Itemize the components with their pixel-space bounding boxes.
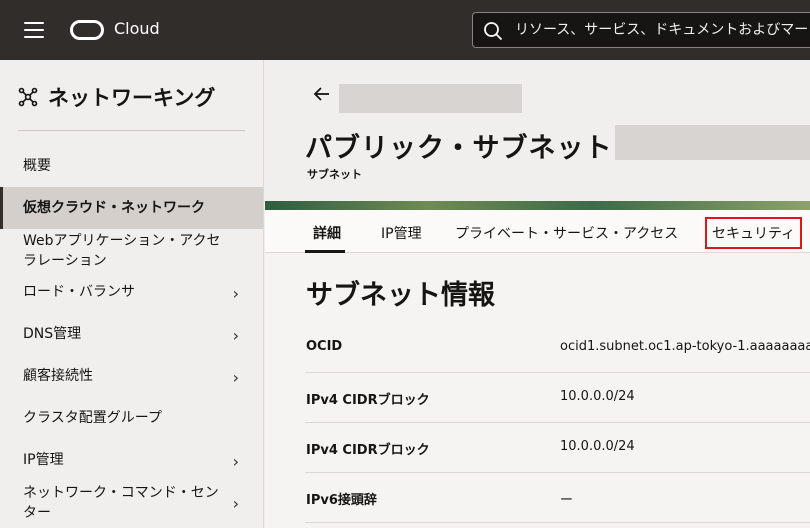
network-icon bbox=[18, 87, 38, 107]
sidebar-item-label: クラスタ配置グループ bbox=[23, 410, 162, 426]
sidebar-title: ネットワーキング bbox=[48, 86, 216, 110]
sidebar-item-web-app-acceleration[interactable]: Webアプリケーション・アクセラレーション bbox=[0, 231, 263, 273]
menu-icon[interactable] bbox=[24, 22, 44, 38]
row-value[interactable]: ocid1.subnet.oc1.ap-tokyo-1.aaaaaaaac bbox=[560, 339, 810, 354]
info-row: IPv4 CIDRブロック 10.0.0.0/24 bbox=[305, 423, 810, 473]
row-key: IPv6接頭辞 bbox=[306, 493, 377, 508]
row-key: IPv4 CIDRブロック bbox=[306, 443, 430, 458]
tab-bar: 詳細 IP管理 プライベート・サービス・アクセス セキュリティ bbox=[265, 210, 810, 253]
sidebar-header: ネットワーキング bbox=[18, 82, 215, 112]
sidebar-divider bbox=[18, 130, 245, 131]
highlight-box bbox=[705, 217, 802, 249]
sidebar-item-label: ネットワーク・コマンド・センター bbox=[23, 485, 219, 521]
chevron-right-icon: › bbox=[232, 452, 239, 471]
info-row: IPv6接頭辞 ー bbox=[305, 473, 810, 523]
chevron-right-icon: › bbox=[232, 326, 239, 345]
chevron-right-icon: › bbox=[232, 284, 239, 303]
section-title: サブネット情報 bbox=[306, 280, 495, 311]
search-box[interactable] bbox=[472, 12, 810, 48]
sidebar-item-vcn[interactable]: 仮想クラウド・ネットワーク bbox=[0, 187, 263, 229]
oracle-logo-icon[interactable] bbox=[70, 20, 104, 40]
subnet-info-panel: サブネット情報 OCID ocid1.subnet.oc1.ap-tokyo-1… bbox=[265, 253, 810, 528]
page-title: パブリック・サブネット bbox=[305, 133, 613, 164]
row-value: 10.0.0.0/24 bbox=[560, 389, 635, 404]
sidebar-item-label: 概要 bbox=[23, 158, 51, 174]
info-row: IPv4 CIDRブロック 10.0.0.0/24 bbox=[305, 373, 810, 423]
sidebar-item-label: DNS管理 bbox=[23, 326, 82, 342]
sidebar-item-network-command-center[interactable]: ネットワーク・コマンド・センター › bbox=[0, 483, 263, 525]
back-arrow-icon[interactable] bbox=[313, 86, 331, 107]
sidebar-item-label: 仮想クラウド・ネットワーク bbox=[23, 200, 205, 216]
logo-text[interactable]: Cloud bbox=[114, 19, 160, 38]
info-row: OCID ocid1.subnet.oc1.ap-tokyo-1.aaaaaaa… bbox=[305, 323, 810, 373]
tab-ip-management[interactable]: IP管理 bbox=[381, 223, 422, 243]
chevron-right-icon: › bbox=[232, 368, 239, 387]
header-banner bbox=[265, 201, 810, 210]
row-key: IPv4 CIDRブロック bbox=[306, 393, 430, 408]
chevron-right-icon: › bbox=[232, 494, 239, 513]
sidebar-item-label: Webアプリケーション・アクセラレーション bbox=[23, 233, 221, 269]
main-content: パブリック・サブネット サブネット 詳細 IP管理 プライベート・サービス・アク… bbox=[265, 60, 810, 528]
breadcrumb-placeholder bbox=[339, 84, 522, 113]
sidebar-item-dns[interactable]: DNS管理 › bbox=[0, 324, 263, 348]
row-value: 10.0.0.0/24 bbox=[560, 439, 635, 454]
search-input[interactable] bbox=[515, 13, 810, 47]
search-icon bbox=[484, 22, 503, 41]
sidebar-item-overview[interactable]: 概要 bbox=[0, 156, 263, 180]
page-subtitle: サブネット bbox=[307, 168, 362, 181]
tab-private-service-access[interactable]: プライベート・サービス・アクセス bbox=[455, 223, 678, 243]
sidebar-item-cluster-placement[interactable]: クラスタ配置グループ bbox=[0, 408, 263, 432]
sidebar-item-label: 顧客接続性 bbox=[23, 368, 93, 384]
sidebar-item-label: ロード・バランサ bbox=[23, 284, 135, 300]
row-value: ー bbox=[560, 493, 574, 508]
sidebar-item-label: IP管理 bbox=[23, 452, 64, 468]
sidebar-item-customer-connectivity[interactable]: 顧客接続性 › bbox=[0, 366, 263, 390]
tab-details[interactable]: 詳細 bbox=[313, 223, 341, 243]
top-bar: Cloud bbox=[0, 0, 810, 60]
row-key: OCID bbox=[306, 339, 343, 354]
sidebar-item-load-balancer[interactable]: ロード・バランサ › bbox=[0, 282, 263, 306]
sidebar-item-ip-management[interactable]: IP管理 › bbox=[0, 450, 263, 474]
sidebar: ネットワーキング 概要 仮想クラウド・ネットワーク Webアプリケーション・アク… bbox=[0, 60, 264, 528]
title-redaction bbox=[615, 125, 810, 160]
